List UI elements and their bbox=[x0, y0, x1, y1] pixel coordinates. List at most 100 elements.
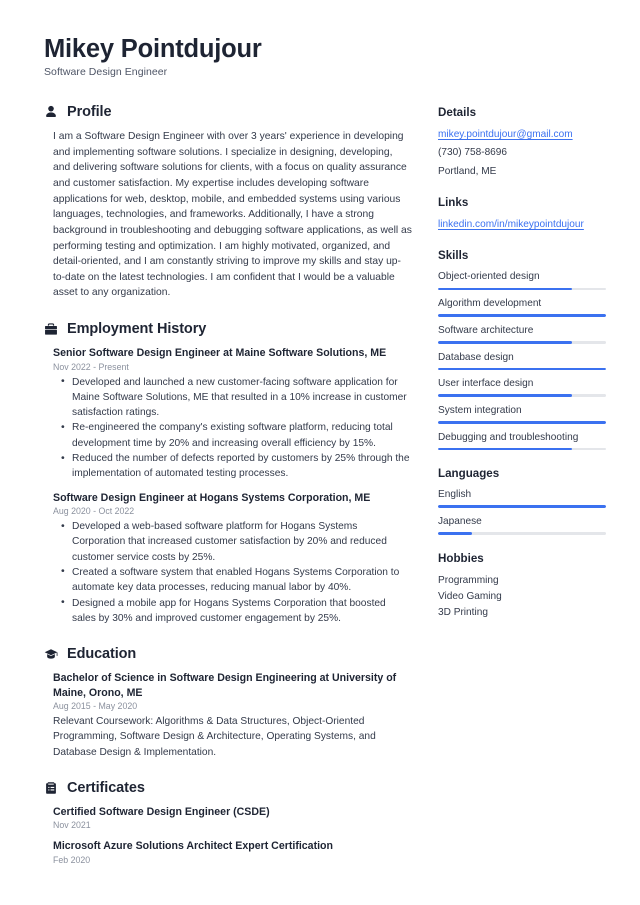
sidebar-hobbies: Hobbies Programming Video Gaming 3D Prin… bbox=[438, 552, 606, 621]
profile-text: I am a Software Design Engineer with ove… bbox=[53, 131, 412, 299]
location: Portland, ME bbox=[438, 165, 497, 177]
certificate-date: Nov 2021 bbox=[53, 820, 91, 831]
list-item: Developed a web-based software platform … bbox=[53, 519, 412, 565]
skill-meter bbox=[438, 421, 606, 424]
skill-meter bbox=[438, 394, 606, 397]
section-certificates-title: Certificates bbox=[67, 779, 145, 796]
language-meter-fill bbox=[438, 532, 472, 535]
skill-label: Software architecture bbox=[438, 324, 534, 336]
skill-meter-fill bbox=[438, 314, 606, 317]
section-profile-title: Profile bbox=[67, 104, 112, 121]
skill-item: System integration bbox=[438, 404, 606, 424]
sidebar-skills-title: Skills bbox=[438, 249, 469, 263]
education-entry: Bachelor of Science in Software Design E… bbox=[53, 671, 412, 760]
resume-page: Mikey Pointdujour Software Design Engine… bbox=[0, 0, 640, 905]
language-item: English bbox=[438, 488, 606, 509]
employment-entry: Senior Software Design Engineer at Maine… bbox=[53, 346, 412, 481]
briefcase-icon bbox=[44, 322, 58, 336]
skill-meter-fill bbox=[438, 287, 573, 291]
language-label: Japanese bbox=[438, 516, 482, 528]
phone-number: (730) 758-8696 bbox=[438, 147, 508, 159]
skill-label: Algorithm development bbox=[438, 298, 542, 310]
education-entry-description: Relevant Coursework: Algorithms & Data S… bbox=[53, 715, 376, 758]
language-meter-fill bbox=[438, 505, 606, 509]
skill-meter-fill bbox=[438, 367, 606, 371]
skill-meter bbox=[438, 340, 606, 344]
certificate-title: Certified Software Design Engineer (CSDE… bbox=[53, 805, 270, 818]
certificate-title: Microsoft Azure Solutions Architect Expe… bbox=[53, 840, 333, 853]
skill-meter bbox=[438, 367, 606, 371]
employment-entry-date: Nov 2022 - Present bbox=[53, 361, 129, 372]
person-icon bbox=[44, 105, 58, 119]
clipboard-icon bbox=[44, 781, 58, 795]
list-item: Reduced the number of defects reported b… bbox=[53, 451, 412, 482]
employment-entry-bullets: Developed a web-based software platform … bbox=[53, 519, 412, 626]
sidebar-languages: Languages English Japanese bbox=[438, 467, 606, 535]
employment-entry: Software Design Engineer at Hogans Syste… bbox=[53, 491, 412, 626]
sidebar-hobbies-title: Hobbies bbox=[438, 551, 484, 565]
section-certificates-body: Certified Software Design Engineer (CSDE… bbox=[44, 805, 412, 865]
sidebar-links: Links linkedin.com/in/mikeypointdujour bbox=[438, 196, 606, 232]
language-meter bbox=[438, 532, 606, 535]
certificate-entry: Microsoft Azure Solutions Architect Expe… bbox=[53, 839, 412, 864]
email-link[interactable]: mikey.pointdujour@gmail.com bbox=[438, 127, 606, 142]
section-employment-body: Senior Software Design Engineer at Maine… bbox=[44, 346, 412, 626]
education-entry-date: Aug 2015 - May 2020 bbox=[53, 700, 138, 711]
skill-meter bbox=[438, 314, 606, 317]
certificate-date: Feb 2020 bbox=[53, 854, 91, 865]
resume-columns: Profile I am a Software Design Engineer … bbox=[44, 104, 606, 885]
employment-entry-bullets: Developed and launched a new customer-fa… bbox=[53, 374, 412, 482]
list-item: Created a software system that enabled H… bbox=[53, 564, 412, 596]
skill-label: System integration bbox=[438, 404, 522, 416]
sidebar-links-title: Links bbox=[438, 196, 469, 210]
education-entry-title: Bachelor of Science in Software Design E… bbox=[53, 672, 397, 699]
sidebar-column: Details mikey.pointdujour@gmail.com (730… bbox=[438, 104, 606, 637]
section-employment-header: Employment History bbox=[44, 321, 412, 337]
list-item: Re-engineered the company's existing sof… bbox=[53, 420, 412, 451]
section-education-title: Education bbox=[67, 646, 137, 663]
hobby-item: Video Gaming bbox=[438, 590, 502, 602]
candidate-job-title: Software Design Engineer bbox=[44, 66, 168, 79]
skill-label: Database design bbox=[438, 351, 514, 363]
employment-entry-title: Software Design Engineer at Hogans Syste… bbox=[53, 491, 371, 504]
section-education: Education Bachelor of Science in Softwar… bbox=[44, 646, 412, 760]
skill-meter bbox=[438, 287, 606, 291]
section-profile-header: Profile bbox=[44, 104, 412, 120]
section-certificates-header: Certificates bbox=[44, 780, 412, 796]
section-employment: Employment History Senior Software Desig… bbox=[44, 321, 412, 626]
skill-label: Object-oriented design bbox=[438, 271, 540, 283]
sidebar-skills: Skills Object-oriented design Algorithm … bbox=[438, 249, 606, 451]
section-profile-body: I am a Software Design Engineer with ove… bbox=[44, 129, 412, 301]
language-label: English bbox=[438, 489, 472, 501]
hobby-item: 3D Printing bbox=[438, 606, 488, 618]
skill-meter-fill bbox=[438, 340, 573, 344]
hobby-item: Programming bbox=[438, 574, 499, 586]
candidate-name: Mikey Pointdujour bbox=[44, 35, 262, 63]
skill-item: Object-oriented design bbox=[438, 270, 606, 291]
skill-item: Algorithm development bbox=[438, 297, 606, 317]
resume-header: Mikey Pointdujour Software Design Engine… bbox=[44, 34, 602, 78]
linkedin-link[interactable]: linkedin.com/in/mikeypointdujour bbox=[438, 217, 606, 232]
graduation-cap-icon bbox=[44, 647, 58, 661]
skill-label: User interface design bbox=[438, 378, 534, 390]
section-education-body: Bachelor of Science in Software Design E… bbox=[44, 671, 412, 760]
skill-meter-fill bbox=[438, 421, 606, 424]
sidebar-details: Details mikey.pointdujour@gmail.com (730… bbox=[438, 106, 606, 179]
language-meter bbox=[438, 505, 606, 509]
skill-meter-fill bbox=[438, 394, 573, 397]
section-certificates: Certificates Certified Software Design E… bbox=[44, 780, 412, 865]
language-item: Japanese bbox=[438, 515, 606, 535]
skill-item: User interface design bbox=[438, 377, 606, 397]
sidebar-languages-title: Languages bbox=[438, 467, 500, 481]
skill-item: Debugging and troubleshooting bbox=[438, 431, 606, 451]
section-education-header: Education bbox=[44, 646, 412, 662]
main-column: Profile I am a Software Design Engineer … bbox=[44, 104, 412, 885]
section-profile: Profile I am a Software Design Engineer … bbox=[44, 104, 412, 301]
skill-meter bbox=[438, 447, 606, 451]
skill-item: Database design bbox=[438, 351, 606, 371]
sidebar-details-title: Details bbox=[438, 106, 477, 120]
skill-item: Software architecture bbox=[438, 324, 606, 344]
skill-label: Debugging and troubleshooting bbox=[438, 431, 579, 443]
list-item: Developed and launched a new customer-fa… bbox=[53, 374, 412, 421]
list-item: Designed a mobile app for Hogans Systems… bbox=[53, 595, 412, 627]
